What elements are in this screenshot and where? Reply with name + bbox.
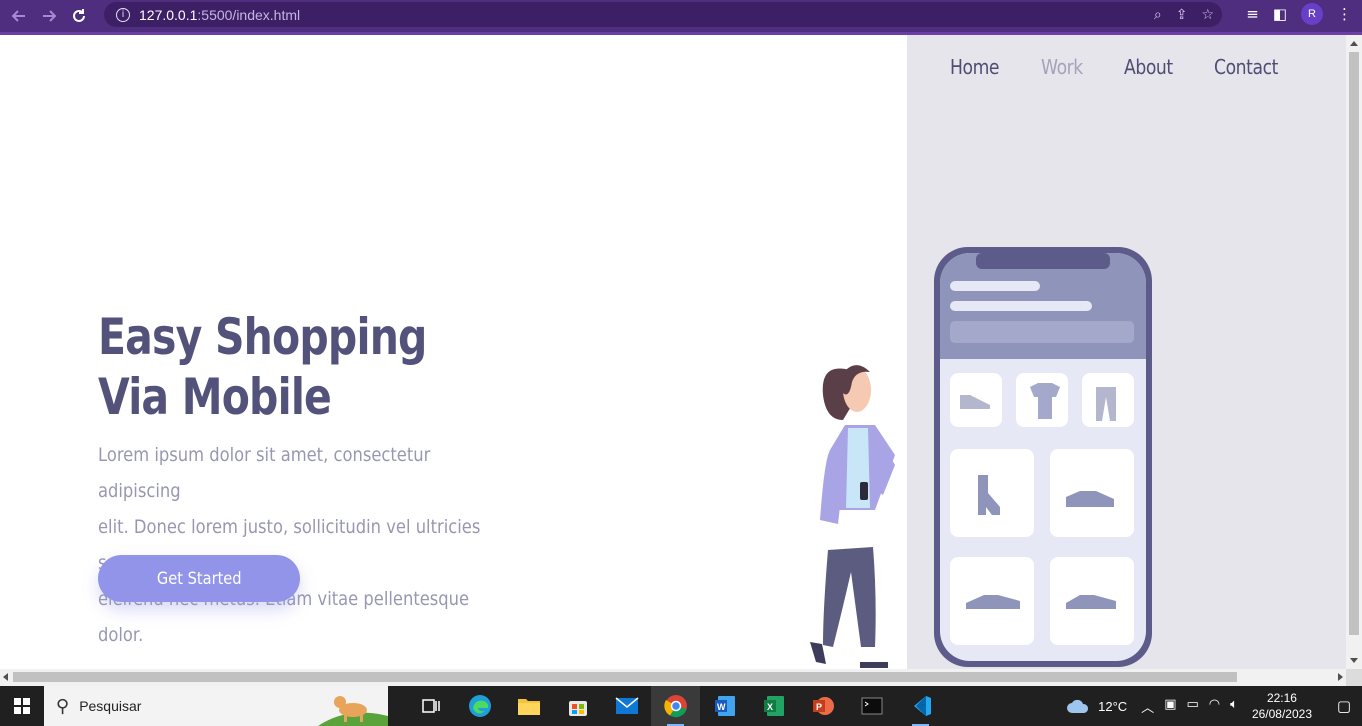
edge-icon[interactable]: [455, 686, 504, 726]
hero-title-line1: Easy Shopping: [98, 308, 427, 366]
page-viewport: Home Work About Contact Easy Shopping Vi…: [0, 35, 1346, 669]
clock-date: 26/08/2023: [1251, 707, 1312, 721]
file-explorer-icon[interactable]: [504, 686, 553, 726]
terminal-icon[interactable]: [847, 686, 896, 726]
reload-button[interactable]: [64, 3, 94, 29]
battery-icon[interactable]: ▭: [1186, 697, 1198, 716]
mail-icon[interactable]: [602, 686, 651, 726]
task-view-icon[interactable]: [406, 686, 455, 726]
taskbar-search[interactable]: ⚲ Pesquisar: [44, 686, 388, 726]
forward-button[interactable]: [34, 3, 64, 29]
hero-title-line2: Via Mobile: [98, 368, 332, 426]
svg-text:P: P: [816, 702, 822, 712]
taskbar-search-placeholder: Pesquisar: [79, 698, 142, 714]
svg-text:W: W: [717, 702, 726, 712]
arrow-right-icon: [43, 10, 57, 22]
search-icon: ⚲: [56, 695, 70, 717]
hero-description-line1: Lorem ipsum dolor sit amet, consectetur …: [98, 444, 431, 502]
nav-home[interactable]: Home: [950, 55, 1000, 79]
vscode-icon[interactable]: [896, 686, 945, 726]
arrow-left-icon: [11, 10, 25, 22]
chrome-icon[interactable]: [651, 686, 700, 726]
url-path: :5500/index.html: [197, 6, 301, 23]
zoom-icon[interactable]: ⌕: [1154, 7, 1162, 23]
volume-icon[interactable]: 🔈︎: [1230, 697, 1238, 716]
taskbar-clock[interactable]: 22:16 26/08/2023: [1252, 690, 1312, 722]
address-bar[interactable]: i 127.0.0.1:5500/index.html ⌕ ⇪ ☆: [104, 2, 1222, 27]
browser-menu-icon[interactable]: ⋮: [1337, 5, 1352, 23]
wifi-icon[interactable]: ◠: [1209, 697, 1220, 716]
main-nav: Home Work About Contact: [950, 55, 1289, 79]
hero-title: Easy Shopping Via Mobile: [98, 307, 427, 427]
vertical-scrollbar[interactable]: [1346, 35, 1362, 669]
chevron-up-icon[interactable]: ︿: [1141, 697, 1154, 716]
meet-now-icon[interactable]: ▣: [1164, 697, 1176, 716]
woman-figure: [810, 365, 895, 668]
scroll-down-icon[interactable]: [1350, 658, 1358, 663]
bookmark-star-icon[interactable]: ☆: [1201, 7, 1214, 23]
nav-work[interactable]: Work: [1041, 55, 1083, 79]
excel-icon[interactable]: X: [749, 686, 798, 726]
horizontal-scrollbar[interactable]: [0, 669, 1346, 686]
back-button[interactable]: [4, 3, 34, 29]
hero-description: Lorem ipsum dolor sit amet, consectetur …: [98, 437, 502, 653]
store-icon[interactable]: [553, 686, 602, 726]
start-button[interactable]: [0, 686, 44, 726]
browser-toolbar: i 127.0.0.1:5500/index.html ⌕ ⇪ ☆ ≡ ◧ R …: [0, 0, 1362, 35]
word-icon[interactable]: W: [700, 686, 749, 726]
get-started-button[interactable]: Get Started: [98, 555, 300, 602]
cloud-icon: [1067, 699, 1089, 713]
reload-icon: [73, 9, 85, 22]
scrollbar-corner: [1346, 669, 1362, 686]
notification-center-icon[interactable]: ▢: [1326, 697, 1362, 715]
weather-temperature: 12°C: [1098, 698, 1128, 714]
search-highlight-dog-icon: [318, 696, 388, 726]
scroll-right-icon[interactable]: [1338, 673, 1343, 681]
get-started-label: Get Started: [156, 568, 242, 589]
scroll-left-icon[interactable]: [3, 673, 8, 681]
nav-about[interactable]: About: [1124, 55, 1173, 79]
windows-taskbar: ⚲ Pesquisar W X P 12°C ︿ ▣ ▭ ◠ 🔈︎ 22:16 …: [0, 686, 1362, 726]
reading-list-icon[interactable]: ≡: [1246, 5, 1259, 23]
profile-avatar[interactable]: R: [1301, 3, 1323, 25]
windows-logo-icon: [14, 698, 30, 714]
clock-time: 22:16: [1266, 691, 1297, 705]
weather-widget[interactable]: 12°C: [1066, 698, 1127, 714]
phone-mockup: [934, 247, 1152, 667]
scroll-up-icon[interactable]: [1350, 41, 1358, 46]
share-icon[interactable]: ⇪: [1176, 7, 1188, 23]
nav-contact[interactable]: Contact: [1214, 55, 1278, 79]
url-host: 127.0.0.1: [139, 6, 198, 23]
shopping-illustration: [810, 247, 1152, 668]
svg-text:X: X: [767, 702, 773, 712]
powerpoint-icon[interactable]: P: [798, 686, 847, 726]
horizontal-scroll-thumb[interactable]: [13, 672, 1237, 682]
side-panel-icon[interactable]: ◧: [1273, 5, 1287, 23]
site-info-icon[interactable]: i: [116, 7, 130, 22]
system-tray: 12°C ︿ ▣ ▭ ◠ 🔈︎ 22:16 26/08/2023 ▢: [1066, 686, 1362, 726]
vertical-scroll-thumb[interactable]: [1349, 52, 1359, 635]
